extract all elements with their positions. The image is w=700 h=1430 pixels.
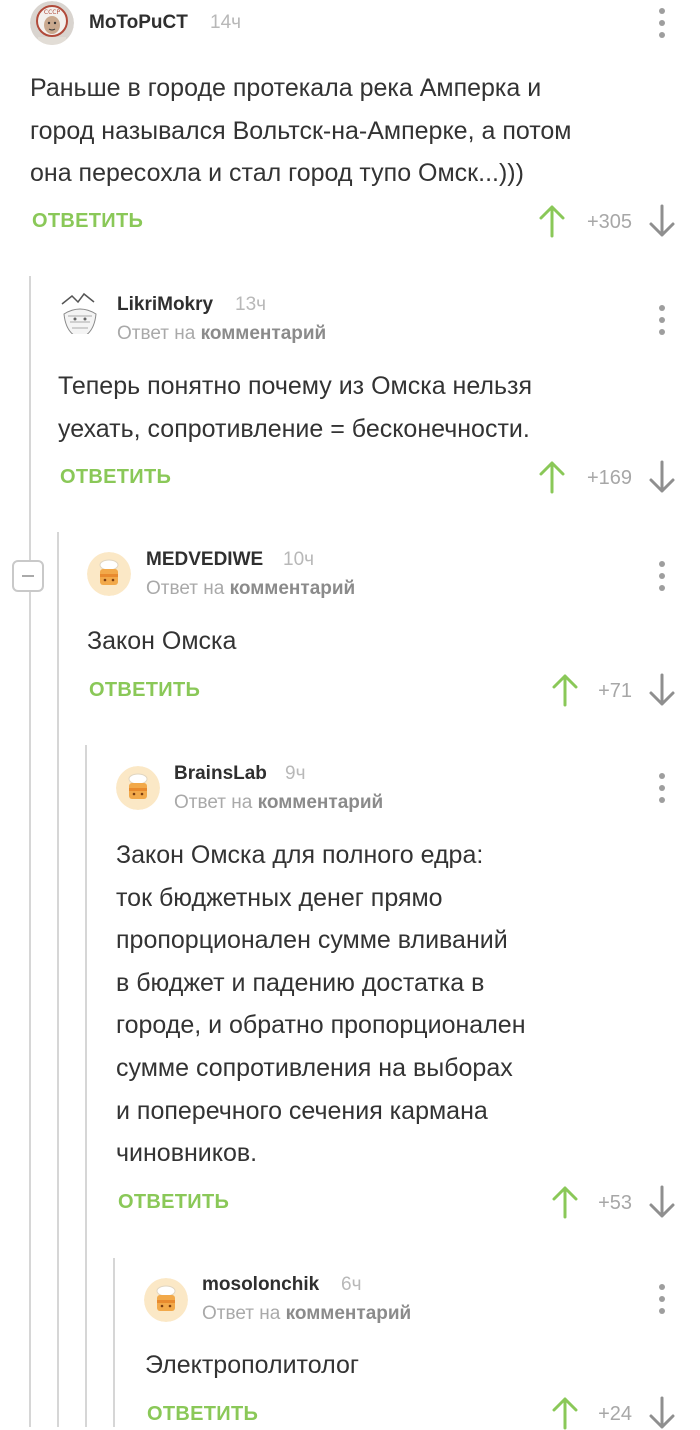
reply-button[interactable]: ОТВЕТИТЬ: [147, 1403, 258, 1426]
default-cake-avatar[interactable]: [116, 766, 160, 810]
more-options-icon[interactable]: [652, 8, 672, 38]
comment-author[interactable]: LikriMokry: [117, 294, 213, 316]
comment-text-line: чиновников.: [116, 1139, 258, 1168]
svg-text:СССР: СССР: [44, 9, 61, 16]
reply-button[interactable]: ОТВЕТИТЬ: [89, 679, 200, 702]
downvote-arrow-icon[interactable]: [647, 460, 677, 494]
comment-text-line: пропорционален сумме вливаний: [116, 926, 508, 955]
comment-header: СССР MoToPuCT 14ч: [30, 1, 670, 61]
comment-text-line: ток бюджетных денег прямо: [116, 883, 443, 912]
comment-author[interactable]: BrainsLab: [174, 763, 267, 785]
comment-text-line: Теперь понятно почему из Омска нельзя: [58, 372, 533, 400]
reply-to-link[interactable]: комментарий: [286, 1303, 412, 1324]
comment-header: MEDVEDIWE 10ч Ответ на комментарий: [87, 549, 667, 612]
comment-text-line: и поперечного сечения кармана: [116, 1096, 488, 1125]
reply-to-reference[interactable]: Ответ на комментарий: [202, 1303, 411, 1325]
more-options-icon[interactable]: [652, 773, 672, 803]
comment-text-line: Закон Омска для полного едра:: [116, 841, 484, 869]
reply-to-reference[interactable]: Ответ на комментарий: [117, 323, 326, 345]
comment-text-line: Закон Омска: [87, 627, 237, 655]
comment-header: LikriMokry 13ч Ответ на комментарий: [58, 290, 658, 350]
thread-line-level-3: [85, 745, 87, 1427]
comment-text-line: сумме сопротивления на выборах: [116, 1053, 513, 1082]
comment-author[interactable]: MoToPuCT: [89, 12, 188, 34]
reply-to-link[interactable]: комментарий: [230, 578, 356, 599]
comment-header: mosolonchik 6ч Ответ на комментарий: [144, 1274, 664, 1338]
reply-to-reference[interactable]: Ответ на комментарий: [174, 792, 383, 814]
comment-text-line: в бюджет и падению достатка в: [116, 968, 485, 997]
reply-to-prefix: Ответ на: [202, 1303, 281, 1324]
reply-button[interactable]: ОТВЕТИТЬ: [60, 466, 171, 489]
sketch-avatar[interactable]: [58, 290, 102, 334]
rating-count: +71: [598, 680, 632, 702]
rating-count: +169: [586, 467, 632, 489]
more-options-icon[interactable]: [652, 1284, 672, 1314]
astronaut-avatar[interactable]: СССР: [30, 1, 74, 45]
reply-button[interactable]: ОТВЕТИТЬ: [32, 210, 143, 233]
downvote-arrow-icon[interactable]: [647, 1185, 677, 1219]
comment-author[interactable]: mosolonchik: [202, 1274, 319, 1296]
comment-body: Теперь понятно почему из Омска нельзя уе…: [58, 365, 532, 450]
comment-text-line: город назывался Вольтск-на-Амперке, а по…: [30, 116, 572, 145]
reply-to-prefix: Ответ на: [117, 323, 196, 344]
rating-count: +24: [598, 1403, 632, 1425]
comment-text-line: городе, и обратно пропорционален: [116, 1011, 526, 1040]
collapse-thread-button[interactable]: [12, 560, 44, 592]
reply-to-link[interactable]: комментарий: [201, 323, 327, 344]
thread-line-level-1: [29, 276, 31, 1427]
comment-time: 13ч: [235, 294, 267, 315]
downvote-arrow-icon[interactable]: [647, 204, 677, 238]
upvote-arrow-icon[interactable]: [537, 204, 567, 238]
comment-body: Закон Омска: [87, 620, 236, 663]
comment-author[interactable]: MEDVEDIWE: [146, 549, 263, 571]
thread-line-level-4: [113, 1258, 115, 1427]
comment-body: Закон Омска для полного едра: ток бюджет…: [116, 834, 526, 1175]
comment-text-line: уехать, сопротивление = бесконечности.: [58, 414, 530, 443]
default-cake-avatar[interactable]: [144, 1278, 188, 1322]
comment-time: 14ч: [210, 12, 242, 33]
comment-time: 10ч: [283, 549, 315, 570]
reply-button[interactable]: ОТВЕТИТЬ: [118, 1191, 229, 1214]
comment-text-line: она пересохла и стал город тупо Омск...)…: [30, 159, 524, 188]
more-options-icon[interactable]: [652, 561, 672, 591]
downvote-arrow-icon[interactable]: [647, 673, 677, 707]
default-cake-avatar[interactable]: [87, 552, 131, 596]
rating-count: +53: [598, 1192, 632, 1214]
comment-text-line: Раньше в городе протекала река Амперка и: [30, 74, 542, 102]
comment-header: BrainsLab 9ч Ответ на комментарий: [116, 763, 666, 826]
thread-line-level-2: [57, 532, 59, 1427]
more-options-icon[interactable]: [652, 305, 672, 335]
upvote-arrow-icon[interactable]: [537, 460, 567, 494]
downvote-arrow-icon[interactable]: [647, 1396, 677, 1430]
reply-to-reference[interactable]: Ответ на комментарий: [146, 578, 355, 600]
comment-time: 6ч: [341, 1274, 362, 1295]
comment-body: Электрополитолог: [145, 1344, 359, 1387]
comment-body: Раньше в городе протекала река Амперка и…: [30, 67, 571, 195]
comment-time: 9ч: [285, 763, 306, 784]
rating-count: +305: [586, 211, 632, 233]
reply-to-link[interactable]: комментарий: [258, 792, 384, 813]
reply-to-prefix: Ответ на: [174, 792, 253, 813]
reply-to-prefix: Ответ на: [146, 578, 225, 599]
comment-text-line: Электрополитолог: [145, 1351, 359, 1379]
